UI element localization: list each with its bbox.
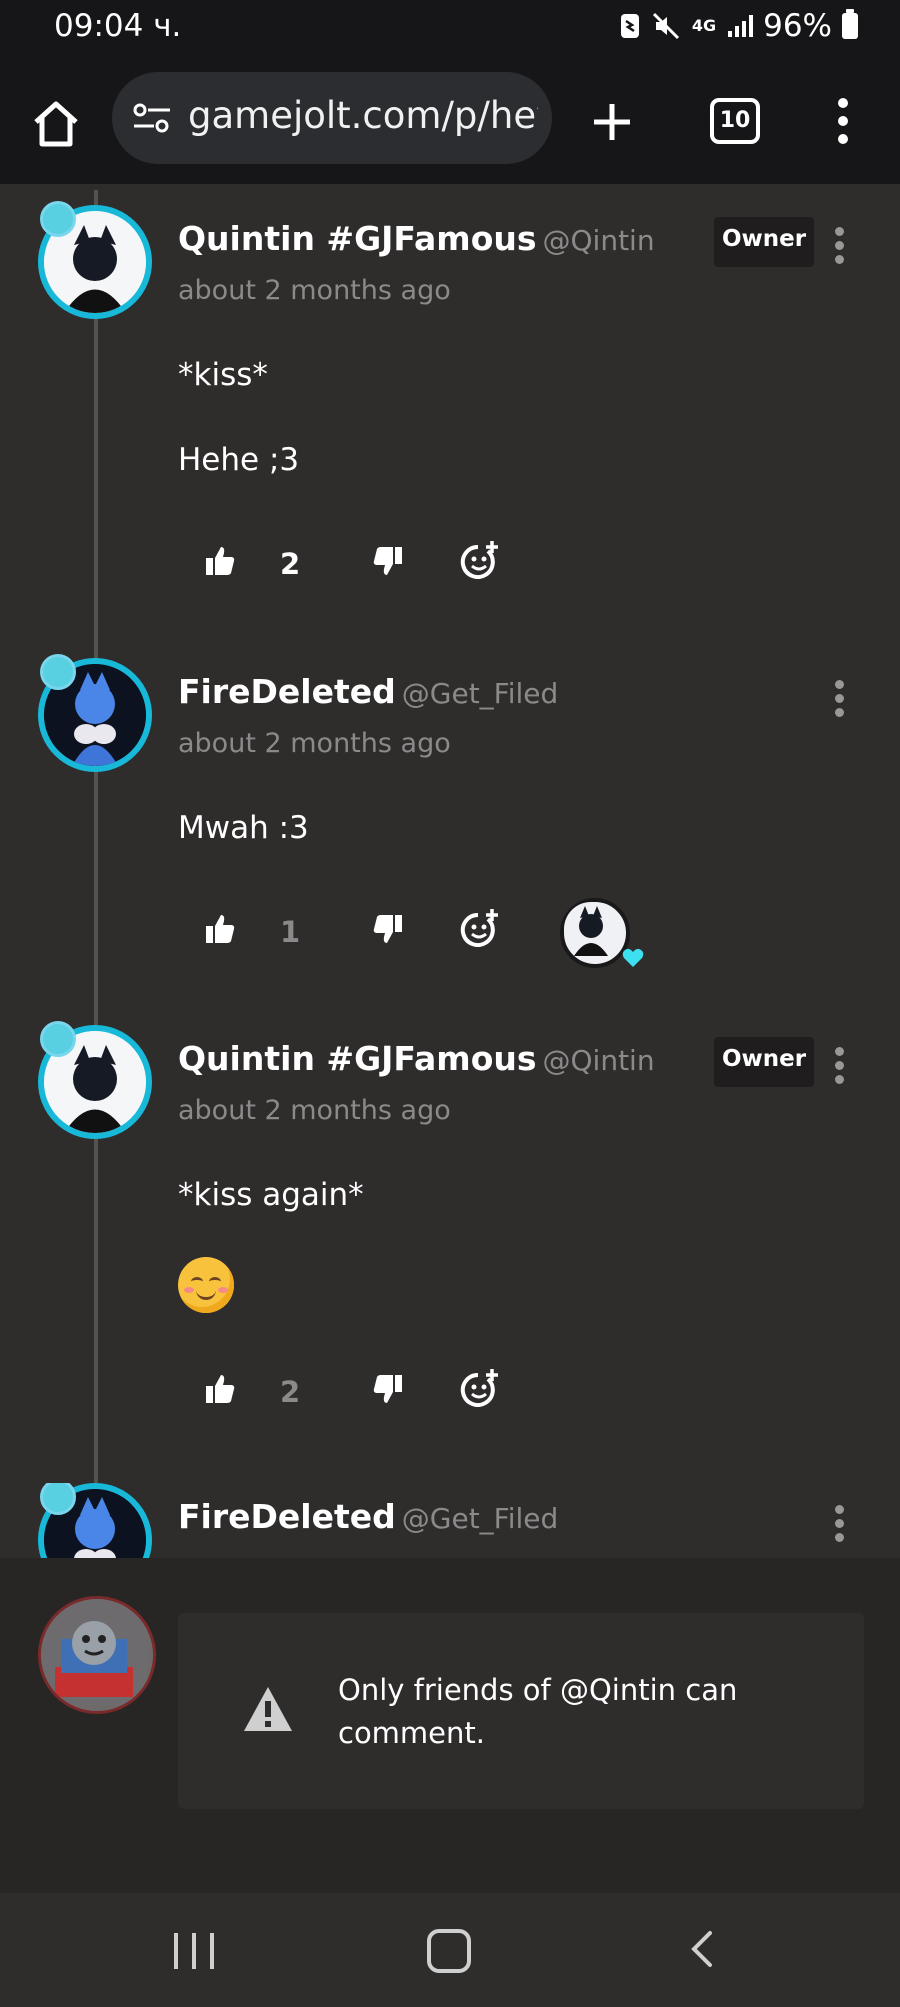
pet-badge-icon xyxy=(40,654,76,690)
comment-author[interactable]: FireDeleted xyxy=(178,672,396,711)
thread-line xyxy=(94,190,98,1560)
heart-icon xyxy=(622,948,644,967)
mute-icon xyxy=(652,12,679,40)
network-type-icon: 4G xyxy=(691,16,717,35)
pet-badge-icon xyxy=(40,201,76,237)
comment-text: Hehe ;3 xyxy=(178,442,300,478)
comment-handle[interactable]: @Get_Filed xyxy=(402,1502,559,1535)
new-tab-icon[interactable] xyxy=(590,100,634,144)
signal-icon xyxy=(728,15,754,37)
owner-badge: Owner xyxy=(714,1037,814,1087)
comment-handle[interactable]: @Qintin xyxy=(543,1044,655,1077)
add-reaction-icon[interactable] xyxy=(460,907,500,947)
nfc-icon xyxy=(620,14,639,38)
status-time: 09:04 ч. xyxy=(54,8,182,44)
tab-switcher-button[interactable]: 10 xyxy=(710,98,760,144)
status-icons: 4G 96% xyxy=(620,8,858,44)
site-settings-icon[interactable] xyxy=(132,102,172,134)
browser-menu-icon[interactable] xyxy=(836,98,850,144)
comment-item: FireDeleted @Get_Filed xyxy=(0,1483,900,1558)
comment-options-icon[interactable] xyxy=(833,1505,845,1547)
owner-liked-avatar xyxy=(560,898,630,968)
owner-badge: Owner xyxy=(714,217,814,267)
browser-toolbar: gamejolt.com/p/hey- 10 xyxy=(0,58,900,184)
address-bar[interactable]: gamejolt.com/p/hey- xyxy=(112,72,552,164)
home-nav-icon[interactable] xyxy=(427,1929,471,1973)
comment-text: *kiss* xyxy=(178,357,268,393)
dislike-icon[interactable] xyxy=(372,1373,404,1405)
comment-handle[interactable]: @Get_Filed xyxy=(402,677,559,710)
comment-handle[interactable]: @Qintin xyxy=(543,224,655,257)
battery-icon xyxy=(842,9,858,39)
comment-text: Mwah :3 xyxy=(178,810,309,846)
home-icon[interactable] xyxy=(28,96,84,152)
dislike-icon[interactable] xyxy=(372,913,404,945)
comment-time: about 2 months ago xyxy=(178,728,451,759)
comment-author[interactable]: Quintin #GJFamous xyxy=(178,1039,537,1078)
smiling-emoji-icon xyxy=(178,1257,234,1313)
pet-badge-icon xyxy=(40,1021,76,1057)
add-reaction-icon[interactable] xyxy=(460,1367,500,1407)
comment-options-icon[interactable] xyxy=(833,227,845,269)
like-count: 2 xyxy=(280,1375,301,1409)
comment-author[interactable]: Quintin #GJFamous xyxy=(178,219,537,258)
status-bar: 09:04 ч. 4G 96% xyxy=(0,0,900,58)
like-count: 1 xyxy=(280,915,301,949)
warning-icon xyxy=(244,1687,292,1731)
comment-text: *kiss again* xyxy=(178,1177,364,1213)
battery-percent: 96% xyxy=(763,8,832,44)
comment-author[interactable]: FireDeleted xyxy=(178,1497,396,1536)
comment-time: about 2 months ago xyxy=(178,275,451,306)
url-text: gamejolt.com/p/hey- xyxy=(188,94,538,137)
comment-restriction-notice: Only friends of @Qintin can comment. xyxy=(178,1613,864,1809)
like-icon[interactable] xyxy=(204,1373,236,1405)
comment-options-icon[interactable] xyxy=(833,680,845,722)
dislike-icon[interactable] xyxy=(372,545,404,577)
notice-text: Only friends of @Qintin can comment. xyxy=(338,1673,738,1750)
back-icon[interactable] xyxy=(684,1929,720,1969)
add-reaction-icon[interactable] xyxy=(460,539,500,579)
like-count: 2 xyxy=(280,547,301,581)
recent-apps-icon[interactable] xyxy=(174,1933,214,1969)
like-icon[interactable] xyxy=(204,913,236,945)
like-icon[interactable] xyxy=(204,545,236,577)
current-user-avatar[interactable] xyxy=(38,1596,156,1714)
comment-options-icon[interactable] xyxy=(833,1047,845,1089)
comment-time: about 2 months ago xyxy=(178,1095,451,1126)
comment-compose-panel: Only friends of @Qintin can comment. xyxy=(0,1558,900,1893)
system-navigation-bar xyxy=(0,1893,900,2007)
